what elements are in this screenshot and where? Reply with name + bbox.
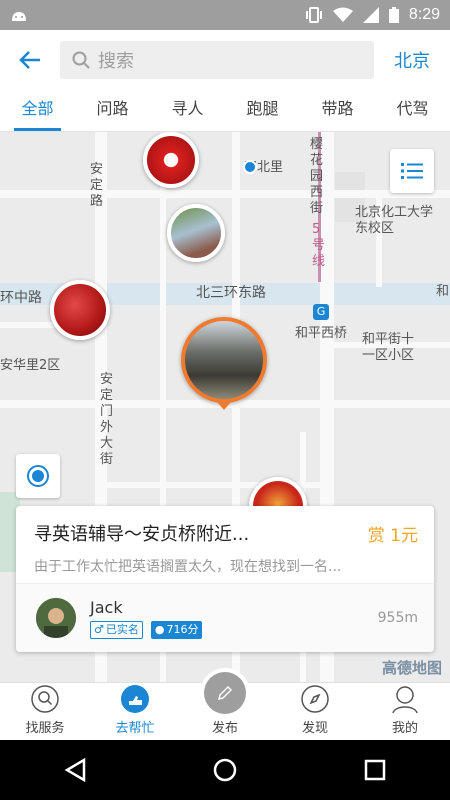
back-button[interactable]	[0, 30, 60, 90]
search-service-icon	[29, 683, 61, 715]
city-selector[interactable]: 北京	[374, 47, 450, 73]
map-label-ring-mid: 环中路	[0, 290, 42, 306]
status-bar: 8:29	[0, 0, 450, 30]
tab-find-person[interactable]: 寻人	[150, 90, 225, 131]
map-label-chemical-univ: 北京化工大学东校区	[355, 205, 434, 236]
category-tabs: 全部 问路 寻人 跑腿 带路 代驾	[0, 90, 450, 132]
publish-button[interactable]	[204, 672, 246, 714]
task-title: 寻英语辅导～安贞桥附近...	[34, 524, 250, 545]
map-road	[0, 190, 450, 198]
list-icon	[401, 163, 423, 179]
task-card-header: 寻英语辅导～安贞桥附近... 赏 1元 由于工作太忙把英语搁置太久，现在想找到一…	[16, 506, 434, 584]
verified-badge: ♂ 已实名	[90, 620, 143, 639]
recents-square-icon[interactable]	[364, 759, 386, 781]
nav-find-service[interactable]: 找服务	[0, 683, 90, 740]
tab-all[interactable]: 全部	[0, 90, 75, 131]
map-label-north-3rd-ring: 北三环东路	[196, 285, 266, 301]
list-view-button[interactable]	[390, 149, 434, 193]
map-label-anding-road: 安定路	[90, 162, 104, 209]
user-name: Jack	[90, 597, 123, 617]
map-provider-logo: 高德地图	[381, 659, 442, 677]
home-circle-icon[interactable]	[213, 758, 237, 782]
user-icon	[389, 683, 421, 715]
map-label-anhuali: 安华里2区	[0, 358, 61, 373]
score-badge: ● 716分	[150, 620, 203, 639]
map-label-heping-xiqiao: 和平西桥	[295, 326, 348, 341]
tab-ask-way[interactable]: 问路	[75, 90, 150, 131]
compass-icon	[299, 683, 331, 715]
map-label-he: 和	[436, 284, 450, 299]
tab-errand[interactable]: 跑腿	[225, 90, 300, 131]
map-label-anding-wai: 安定门外大街	[100, 372, 114, 467]
task-card[interactable]: 寻英语辅导～安贞桥附近... 赏 1元 由于工作太忙把英语搁置太久，现在想找到一…	[16, 506, 434, 652]
nav-mine[interactable]: 我的	[360, 683, 450, 740]
search-placeholder: 搜索	[98, 51, 134, 72]
nav-go-help[interactable]: 去帮忙	[90, 683, 180, 740]
map-marker-user[interactable]	[143, 132, 199, 188]
signal-icon	[362, 7, 379, 23]
map-label-line5: 5号线	[312, 222, 326, 269]
android-icon	[12, 12, 26, 21]
task-card-user: Jack ♂ 已实名 ● 716分 955m	[16, 584, 434, 652]
locate-icon	[27, 465, 49, 487]
locate-me-button[interactable]	[16, 454, 60, 498]
battery-icon	[388, 7, 399, 23]
map-label-hepingjie: 和平街十一区小区	[362, 332, 415, 363]
map-marker-user[interactable]	[50, 280, 110, 340]
tab-driver[interactable]: 代驾	[375, 90, 450, 131]
male-icon: ♂	[94, 622, 104, 636]
search-icon	[72, 51, 90, 69]
help-hand-icon	[119, 683, 151, 715]
vibrate-icon	[305, 7, 322, 23]
task-description: 由于工作太忙把英语搁置太久，现在想找到一名...	[34, 559, 342, 575]
header: 搜索 北京	[0, 30, 450, 90]
map-marker-selected[interactable]	[181, 317, 267, 403]
system-nav-bar	[0, 740, 450, 800]
distance-label: 955m	[377, 610, 418, 626]
selected-marker-tail	[217, 402, 231, 410]
task-reward: 赏 1元	[367, 525, 418, 546]
map-label-yinghua: 樱花园西街	[310, 137, 324, 216]
map-marker-user[interactable]	[167, 204, 225, 262]
search-input[interactable]: 搜索	[60, 41, 374, 79]
drop-icon: ●	[154, 622, 165, 636]
nav-discover[interactable]: 发现	[270, 683, 360, 740]
avatar[interactable]	[36, 598, 76, 638]
tab-guide[interactable]: 带路	[300, 90, 375, 131]
metro-station-icon: G	[313, 304, 329, 320]
publish-pen-icon	[217, 685, 233, 701]
back-triangle-icon[interactable]	[64, 758, 86, 782]
arrow-left-icon	[19, 51, 40, 69]
wifi-icon	[332, 7, 353, 22]
current-location-dot	[243, 160, 257, 174]
status-time: 8:29	[408, 6, 440, 23]
